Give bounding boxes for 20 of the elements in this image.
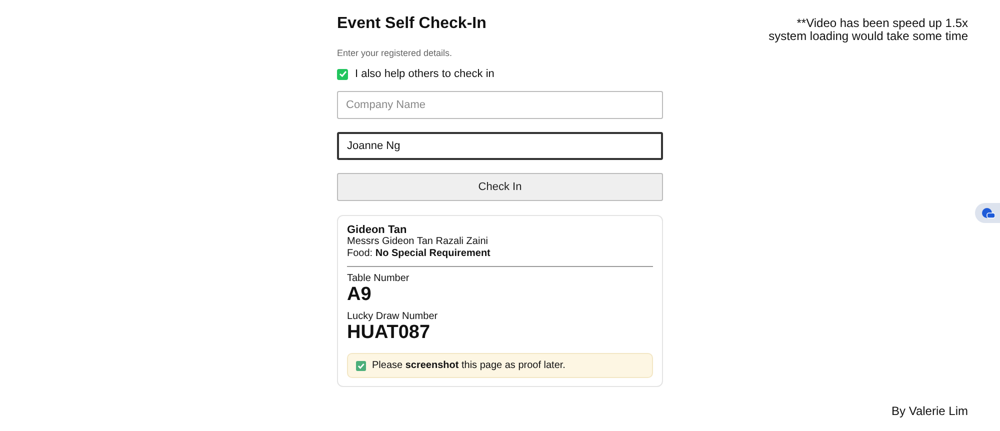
table-number: A9 [347, 285, 372, 305]
guest-name: Gideon Tan [347, 224, 408, 236]
table-label: Table Number [347, 273, 410, 285]
note-text: **Video has been speed up 1.5x [796, 17, 968, 30]
company-name-field[interactable]: Company Name [337, 91, 663, 119]
note-text: system loading would take some time [768, 30, 968, 43]
lucky-draw-number: HUAT087 [347, 323, 432, 343]
salutation-text: Messrs Gideon Tan Razali Zaini [347, 236, 489, 248]
checkbox-label: I also help others to check in [355, 68, 494, 80]
credit-text: By Valerie Lim [892, 405, 968, 418]
assistant-button[interactable] [975, 203, 1000, 223]
instruction-text: Enter your registered details. [337, 47, 454, 59]
lucky-draw-label: Lucky Draw Number [347, 311, 439, 323]
name-field[interactable]: Joanne Ng [337, 132, 663, 160]
notice-text: Please screenshot this page as proof later. [372, 360, 566, 371]
check-icon [356, 360, 366, 370]
page-title: Event Self Check-In [337, 14, 488, 34]
check-in-button[interactable]: Check In [337, 173, 663, 201]
checkbox[interactable] [337, 68, 348, 80]
food-text: Food: No Special Requirement [347, 248, 492, 260]
